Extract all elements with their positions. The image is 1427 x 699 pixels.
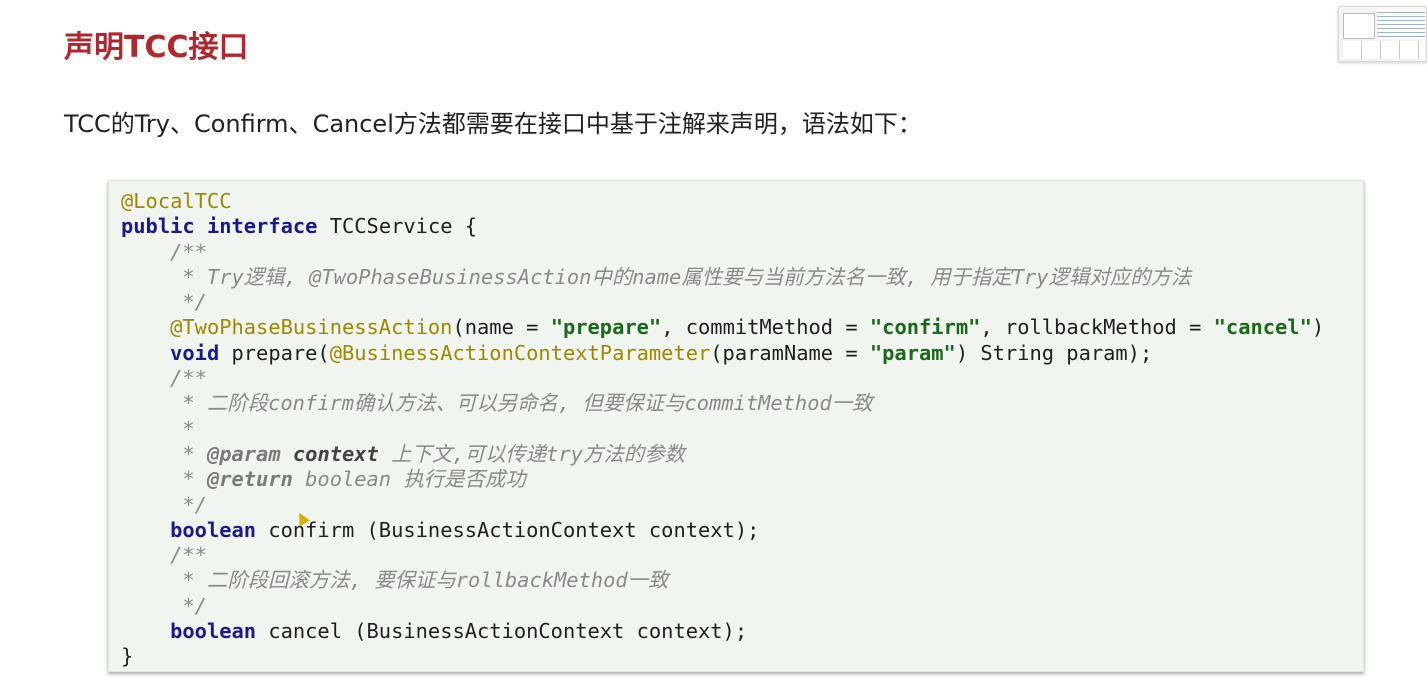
code-text: ): [1311, 315, 1325, 340]
comment-text: boolean 执行是否成功: [292, 467, 526, 492]
keyword-boolean: boolean: [170, 619, 257, 644]
comment-close: */: [121, 290, 207, 315]
thumbnail-block-3: [1343, 41, 1425, 59]
comment-close: */: [121, 593, 207, 618]
code-line-3: /**: [121, 240, 1324, 265]
code-text: , rollbackMethod =: [980, 315, 1214, 340]
code-line-19: }: [121, 644, 1324, 669]
code-line-8: /**: [121, 366, 1324, 391]
string-param: "param": [869, 340, 956, 365]
cancel-method-signature: cancel (BusinessActionContext context);: [256, 619, 748, 644]
thumbnail-block-2: [1377, 9, 1425, 39]
comment-star: *: [121, 416, 195, 441]
thumbnail-block-1: [1343, 13, 1375, 39]
code-text: , commitMethod =: [661, 315, 870, 340]
comment-open: /**: [121, 543, 207, 568]
keyword-void: void: [170, 340, 220, 365]
comment-close: */: [121, 492, 207, 517]
string-prepare: "prepare": [550, 315, 662, 340]
keyword-boolean: boolean: [170, 517, 257, 542]
interface-declaration: TCCService {: [317, 214, 478, 239]
javadoc-return-tag: @return: [206, 467, 293, 492]
code-line-16: * 二阶段回滚方法, 要保证与rollbackMethod一致: [121, 568, 1324, 593]
slide-thumbnail[interactable]: [1338, 6, 1427, 62]
slide-description: TCC的Try、Confirm、Cancel方法都需要在接口中基于注解来声明，语…: [64, 110, 922, 138]
code-text: prepare(: [219, 340, 330, 365]
code-line-11: * @param context 上下文,可以传递try方法的参数: [121, 442, 1324, 467]
annotation-two-phase: @TwoPhaseBusinessAction: [170, 315, 453, 340]
comment-text: *: [121, 467, 207, 492]
keyword-public: public: [121, 214, 195, 239]
code-line-17: */: [121, 594, 1324, 619]
code-line-15: /**: [121, 543, 1324, 568]
string-cancel: "cancel": [1213, 315, 1312, 340]
string-confirm: "confirm": [869, 315, 981, 340]
code-line-7: void prepare(@BusinessActionContextParam…: [121, 341, 1324, 366]
code-line-10: *: [121, 417, 1324, 442]
code-line-6: @TwoPhaseBusinessAction(name = "prepare"…: [121, 315, 1324, 340]
code-line-5: */: [121, 290, 1324, 315]
closing-brace: }: [121, 644, 134, 669]
annotation-local-tcc: @LocalTCC: [121, 189, 232, 213]
page-title: 声明TCC接口: [64, 30, 249, 65]
comment-text: [281, 442, 293, 466]
comment-open: /**: [121, 239, 207, 264]
code-line-9: * 二阶段confirm确认方法、可以另命名, 但要保证与commitMetho…: [121, 391, 1324, 416]
javadoc-param-tag: @param: [206, 441, 281, 466]
code-text: (paramName =: [710, 340, 870, 365]
code-text: ) String param);: [955, 340, 1153, 365]
comment-try-logic: * Try逻辑, @TwoPhaseBusinessAction中的name属性…: [121, 264, 1192, 289]
comment-text: 上下文,可以传递try方法的参数: [378, 441, 685, 466]
code-listing: @LocalTCC public interface TCCService { /…: [121, 189, 1324, 670]
code-line-18: boolean cancel (BusinessActionContext co…: [121, 619, 1324, 644]
comment-text: *: [121, 441, 207, 466]
javadoc-param-name: context: [292, 441, 379, 466]
code-block: @LocalTCC public interface TCCService { /…: [108, 180, 1364, 672]
code-line-12: * @return boolean 执行是否成功: [121, 467, 1324, 492]
keyword-interface: interface: [206, 214, 318, 239]
annotation-param: @BusinessActionContextParameter: [329, 340, 711, 365]
code-line-2: public interface TCCService {: [121, 214, 1324, 239]
comment-confirm-desc: * 二阶段confirm确认方法、可以另命名, 但要保证与commitMetho…: [121, 391, 873, 416]
code-line-4: * Try逻辑, @TwoPhaseBusinessAction中的name属性…: [121, 265, 1324, 290]
code-line-1: @LocalTCC: [121, 189, 1324, 214]
code-text: (name =: [452, 315, 551, 340]
confirm-method-signature: confirm (BusinessActionContext context);: [256, 517, 760, 542]
comment-rollback-desc: * 二阶段回滚方法, 要保证与rollbackMethod一致: [121, 568, 669, 593]
comment-open: /**: [121, 366, 207, 391]
